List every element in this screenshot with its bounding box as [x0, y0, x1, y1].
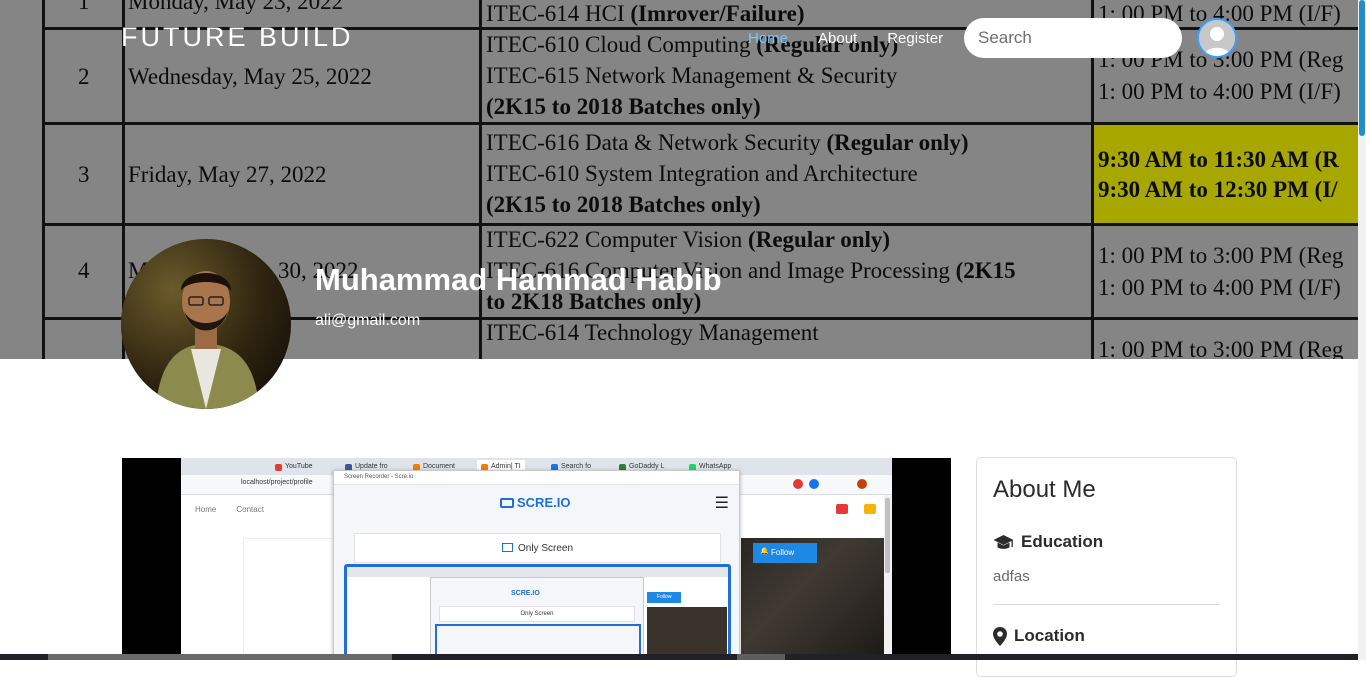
search-input[interactable] [964, 18, 1182, 58]
about-me-title: About Me [993, 476, 1096, 503]
user-avatar-button[interactable] [1197, 18, 1237, 58]
notification-icon [836, 504, 848, 514]
graduation-cap-icon [993, 534, 1014, 549]
about-me-card: About Me Education adfas Location [976, 457, 1237, 677]
location-label: Location [1014, 626, 1085, 645]
video-frame: YouTube Update fro Document Admin| TI Se… [181, 458, 892, 660]
hamburger-menu-icon: ☰ [714, 495, 729, 512]
recorded-preview: SCRE.IO Only Screen Follow [344, 564, 731, 660]
profile-photo [121, 239, 291, 409]
message-icon [864, 504, 876, 514]
preview-only-screen: Only Screen [439, 606, 635, 622]
education-label: Education [1021, 532, 1104, 551]
preview-tabbar [347, 567, 728, 577]
main-nav: Home About Register [748, 30, 943, 47]
bottom-strip [0, 654, 1358, 660]
recorder-titlebar: Screen Recorder - Scre.io [334, 471, 739, 485]
extension-icon [793, 479, 803, 489]
screen-recorder-window: Screen Recorder - Scre.io SCRE.IO ☰ Only… [333, 470, 740, 660]
screen-icon [500, 498, 514, 508]
user-icon [1199, 20, 1235, 56]
preview-recorder: SCRE.IO Only Screen [430, 577, 644, 658]
page-placeholder [243, 538, 337, 660]
scrollbar [884, 495, 892, 660]
nav-about[interactable]: About [818, 30, 857, 47]
education-value: adfas [993, 568, 1030, 585]
site-nav: Home Contact [195, 505, 284, 514]
profile-name: Muhammad Hammad Habib [315, 262, 722, 297]
preview-follow-button: Follow [647, 592, 681, 603]
profile-email: ali@gmail.com [315, 312, 421, 329]
site-nav-home: Home [195, 505, 217, 514]
education-heading: Education [993, 532, 1103, 552]
recorder-logo: SCRE.IO [500, 495, 570, 510]
nav-home[interactable]: Home [748, 30, 788, 47]
nav-register[interactable]: Register [887, 30, 943, 47]
brand-logo[interactable]: FUTURE BUILD [121, 22, 354, 53]
site-nav-contact: Contact [236, 505, 264, 514]
location-heading: Location [993, 626, 1085, 646]
extension-icon [809, 479, 819, 489]
profile-photo-art [121, 239, 291, 409]
bottom-strip-segment [48, 654, 392, 660]
preview-cover [647, 607, 727, 658]
map-pin-icon [993, 626, 1007, 646]
profile-video-post[interactable]: YouTube Update fro Document Admin| TI Se… [122, 458, 951, 660]
page-scrollbar-thumb[interactable] [1359, 0, 1365, 136]
divider [993, 604, 1220, 605]
browser-url: localhost/project/profile [241, 479, 313, 486]
profile-icon [857, 479, 867, 489]
recorder-logo-text: SCRE.IO [517, 495, 571, 510]
only-screen-option: Only Screen [354, 533, 721, 563]
follow-button: Follow [753, 543, 817, 563]
preview-logo: SCRE.IO [511, 590, 540, 597]
browser-tab: YouTube [271, 460, 317, 475]
bottom-strip-segment [737, 654, 785, 660]
